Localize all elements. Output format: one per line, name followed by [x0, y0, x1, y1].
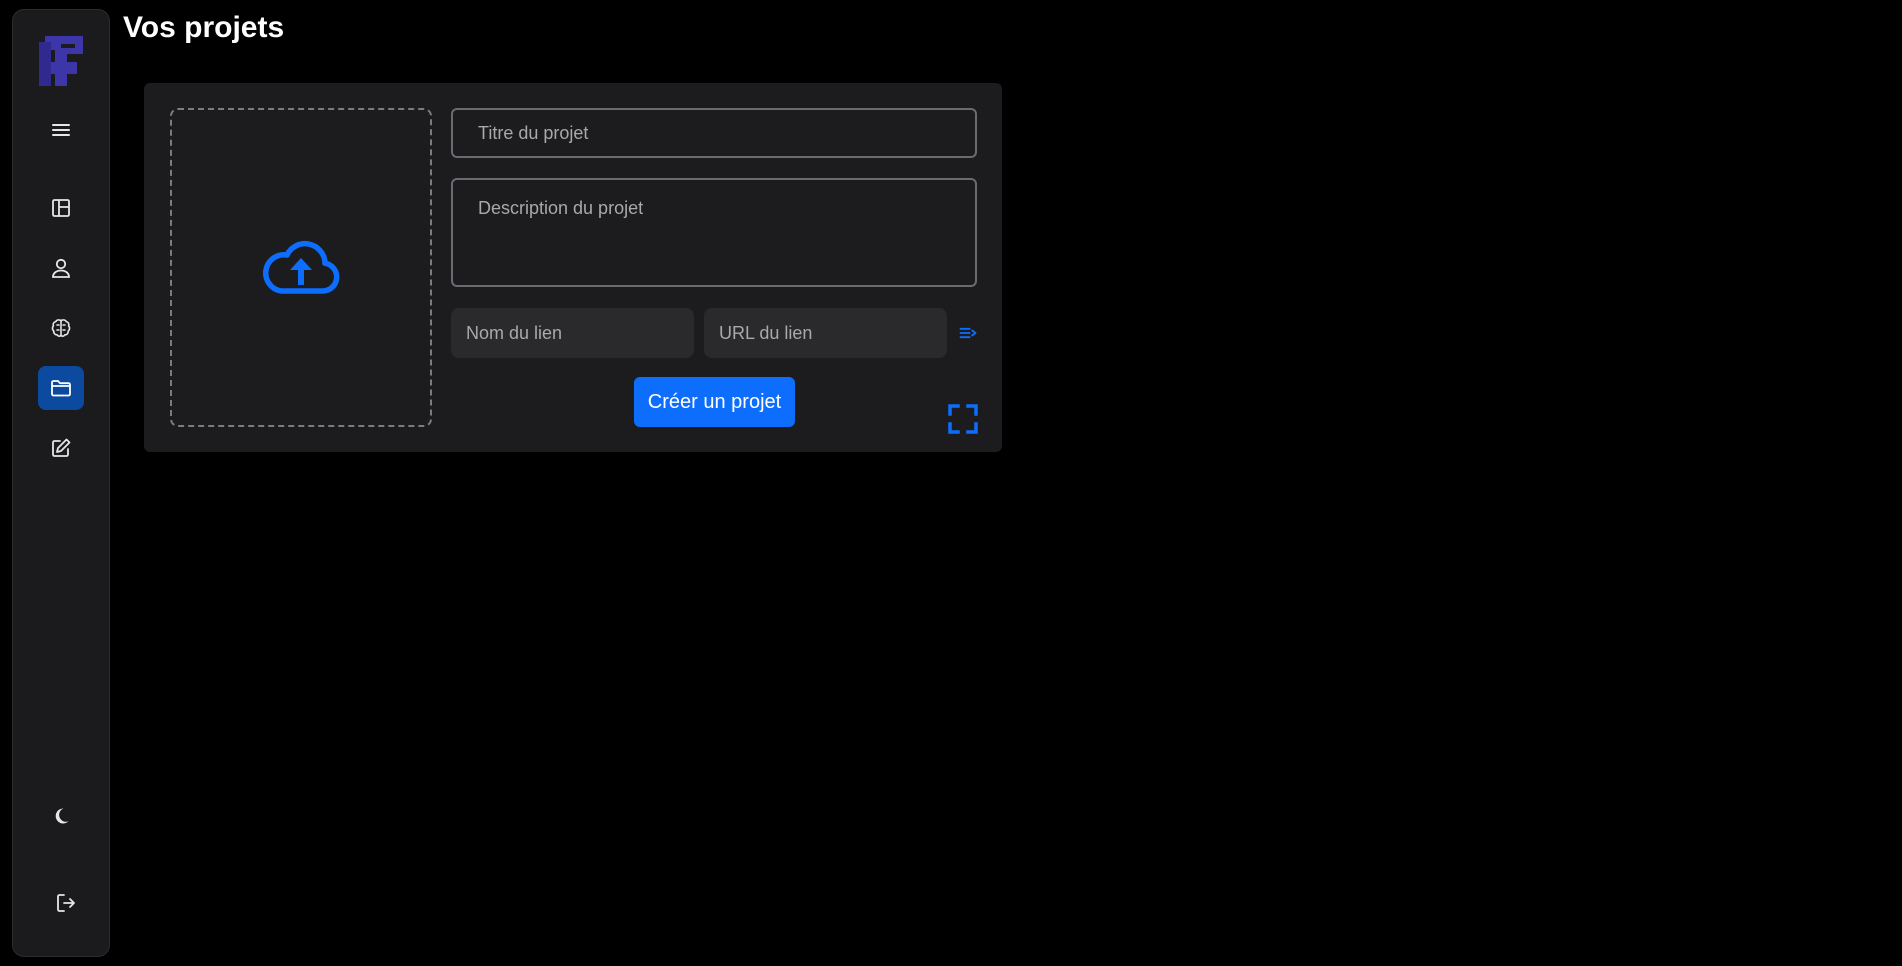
- brain-icon: [51, 319, 71, 337]
- page-title: Vos projets: [123, 11, 285, 44]
- edit-icon: [52, 438, 71, 457]
- project-description-input[interactable]: [451, 178, 977, 287]
- moon-icon: [55, 808, 69, 824]
- menu-icon: [52, 124, 70, 136]
- menu-button[interactable]: [38, 108, 84, 152]
- nav-projects[interactable]: [38, 366, 84, 410]
- user-icon: [52, 258, 70, 278]
- logout-button[interactable]: [43, 881, 89, 925]
- link-name-input[interactable]: [451, 308, 694, 358]
- sidebar: [12, 9, 110, 957]
- add-link-button[interactable]: [956, 321, 980, 345]
- create-project-card: Créer un projet: [144, 83, 1002, 452]
- brand-logo[interactable]: [37, 34, 85, 88]
- create-project-button[interactable]: Créer un projet: [634, 377, 795, 427]
- nav-dashboard[interactable]: [38, 186, 84, 230]
- nav-posts[interactable]: [38, 426, 84, 470]
- theme-toggle[interactable]: [38, 794, 84, 838]
- fullscreen-button[interactable]: [947, 403, 979, 435]
- fullscreen-icon: [948, 404, 978, 434]
- logout-icon: [57, 894, 75, 912]
- nav-skills[interactable]: [38, 306, 84, 350]
- project-title-input[interactable]: [451, 108, 977, 158]
- folder-icon: [51, 380, 71, 397]
- dashboard-layout-icon: [52, 199, 70, 217]
- image-upload-dropzone[interactable]: [170, 108, 432, 427]
- link-url-input[interactable]: [704, 308, 947, 358]
- nav-profile[interactable]: [38, 246, 84, 290]
- add-list-icon: [959, 327, 977, 339]
- cloud-upload-icon: [263, 240, 340, 294]
